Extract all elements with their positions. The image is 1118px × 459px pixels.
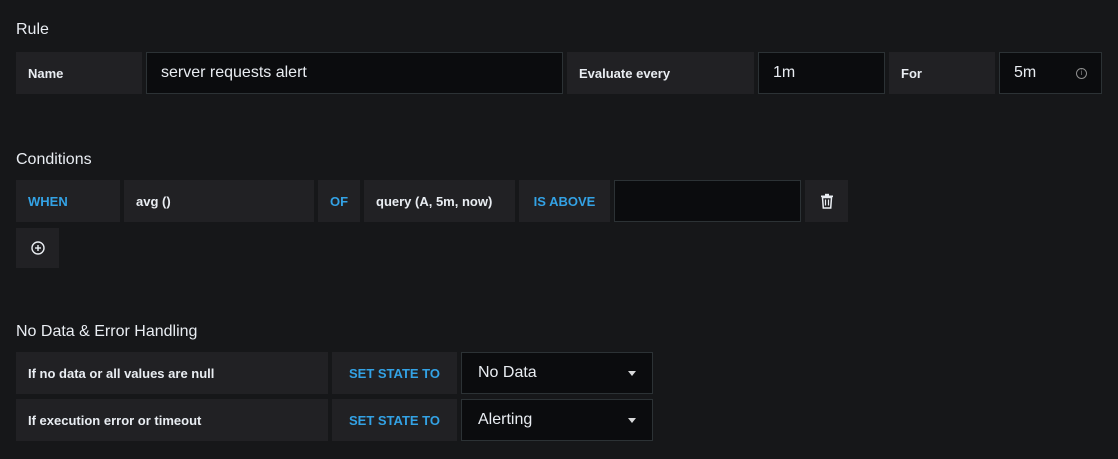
- for-input[interactable]: 5m i: [999, 52, 1102, 94]
- no-data-set-state-keyword: SET STATE TO: [332, 352, 457, 394]
- no-data-state-value: No Data: [478, 364, 537, 381]
- alert-rule-editor: Rule Name server requests alert Evaluate…: [0, 0, 1118, 459]
- of-keyword: OF: [318, 180, 360, 222]
- conditions-section-title: Conditions: [16, 151, 92, 168]
- evaluate-every-label: Evaluate every: [567, 52, 754, 94]
- rule-name-input[interactable]: server requests alert: [146, 52, 563, 94]
- rule-section-title: Rule: [16, 21, 49, 38]
- query-select[interactable]: query (A, 5m, now): [364, 180, 515, 222]
- for-label: For: [889, 52, 995, 94]
- name-label: Name: [16, 52, 142, 94]
- no-data-state-select[interactable]: No Data: [461, 352, 653, 394]
- execution-error-label: If execution error or timeout: [16, 399, 328, 441]
- caret-down-icon: [628, 371, 636, 376]
- delete-condition-button[interactable]: [805, 180, 848, 222]
- caret-down-icon: [628, 418, 636, 423]
- reducer-select[interactable]: avg (): [124, 180, 314, 222]
- plus-circle-icon: [30, 241, 45, 255]
- no-data-label: If no data or all values are null: [16, 352, 328, 394]
- handling-section-title: No Data & Error Handling: [16, 323, 198, 340]
- evaluate-every-input[interactable]: 1m: [758, 52, 885, 94]
- execution-error-state-select[interactable]: Alerting: [461, 399, 653, 441]
- when-keyword: WHEN: [16, 180, 120, 222]
- execution-error-set-state-keyword: SET STATE TO: [332, 399, 457, 441]
- add-condition-button[interactable]: [16, 228, 59, 268]
- info-circle-icon[interactable]: i: [1076, 68, 1087, 79]
- for-input-value: 5m: [1014, 64, 1037, 81]
- trash-icon: [820, 193, 833, 209]
- evaluator-select[interactable]: IS ABOVE: [519, 180, 610, 222]
- execution-error-state-value: Alerting: [478, 411, 533, 428]
- threshold-input[interactable]: [614, 180, 801, 222]
